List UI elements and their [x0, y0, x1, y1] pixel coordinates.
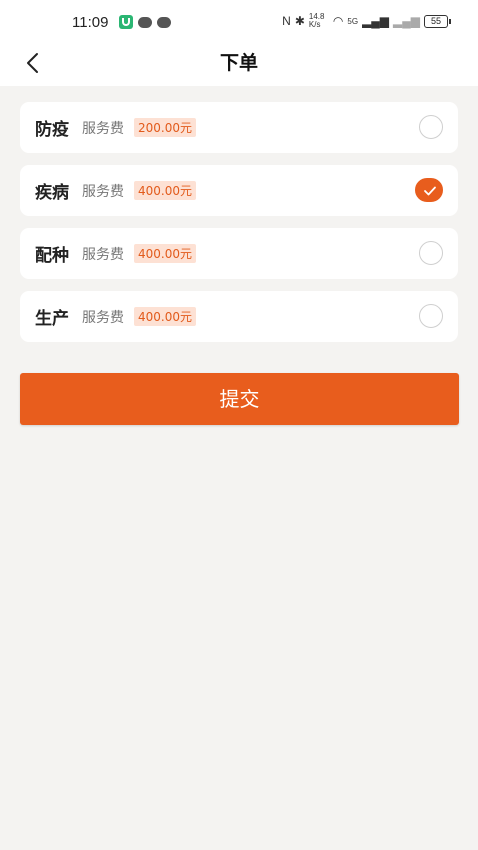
top-area: 11:09 N ✱ 14.8 K/s ◠ 5G ▂▄▆ ▂▄▆ 55 下单 [0, 0, 478, 86]
page-title: 下单 [219, 52, 258, 74]
option-epidemic-prevention[interactable]: 防疫 服务费 200.00元 [20, 102, 458, 153]
fee-label: 服务费 [82, 246, 124, 263]
wechat-icon [138, 16, 152, 28]
signal-icon: ▂▄▆ [362, 14, 390, 28]
security-app-icon [119, 15, 133, 29]
submit-button[interactable]: 提交 [20, 373, 459, 425]
radio-unchecked-icon[interactable] [419, 115, 443, 139]
fee-label: 服务费 [82, 183, 124, 200]
option-birthing[interactable]: 生产 服务费 400.00元 [20, 291, 458, 342]
bluetooth-icon: ✱ [294, 14, 305, 28]
wifi-icon: ◠ [332, 14, 344, 28]
status-bar: 11:09 N ✱ 14.8 K/s ◠ 5G ▂▄▆ ▂▄▆ 55 [0, 0, 478, 40]
signal-2-icon: ▂▄▆ [393, 14, 420, 28]
price-badge: 400.00元 [134, 181, 196, 200]
status-time: 11:09 [72, 14, 109, 31]
battery-icon: 55 [424, 14, 451, 28]
price-badge: 200.00元 [134, 118, 196, 137]
message-icon [157, 16, 171, 28]
radio-unchecked-icon[interactable] [419, 241, 443, 265]
net-speed: 14.8 K/s [308, 12, 325, 29]
price-badge: 400.00元 [134, 307, 196, 326]
service-options: 防疫 服务费 200.00元 疾病 服务费 400.00元 配种 服务费 400… [0, 86, 478, 342]
option-name: 配种 [35, 246, 69, 266]
option-name: 生产 [35, 309, 69, 329]
fee-label: 服务费 [82, 120, 124, 137]
fee-label: 服务费 [82, 309, 124, 326]
radio-unchecked-icon[interactable] [419, 304, 443, 328]
option-disease[interactable]: 疾病 服务费 400.00元 [20, 165, 458, 216]
status-left-icons [119, 15, 171, 29]
option-name: 防疫 [35, 120, 69, 140]
nav-bar: 下单 [0, 40, 478, 86]
option-name: 疾病 [35, 183, 69, 203]
option-breeding[interactable]: 配种 服务费 400.00元 [20, 228, 458, 279]
signal-label: 5G [347, 16, 359, 26]
radio-checked-icon[interactable] [415, 178, 443, 202]
price-badge: 400.00元 [134, 244, 196, 263]
nfc-icon: N [282, 14, 291, 28]
status-right-icons: N ✱ 14.8 K/s ◠ 5G ▂▄▆ ▂▄▆ 55 [282, 12, 451, 29]
